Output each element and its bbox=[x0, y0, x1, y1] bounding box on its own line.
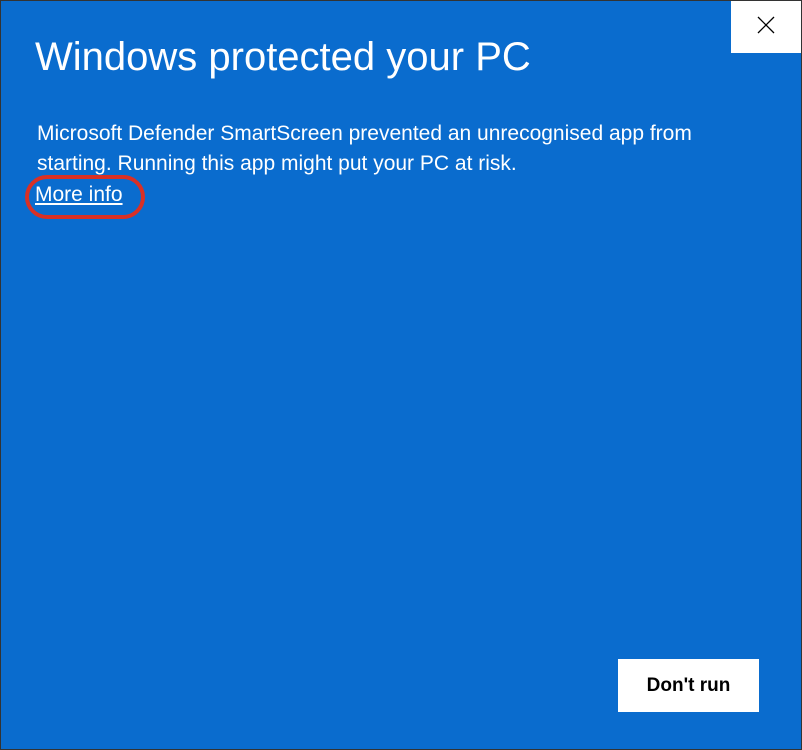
more-info-container: More info bbox=[25, 179, 123, 207]
close-button[interactable] bbox=[731, 1, 801, 53]
smartscreen-dialog: Windows protected your PC Microsoft Defe… bbox=[0, 0, 802, 750]
more-info-link[interactable]: More info bbox=[35, 183, 123, 207]
dialog-title: Windows protected your PC bbox=[35, 35, 531, 80]
dialog-message: Microsoft Defender SmartScreen prevented… bbox=[37, 119, 761, 180]
dont-run-button[interactable]: Don't run bbox=[618, 659, 759, 712]
close-icon bbox=[757, 16, 775, 39]
